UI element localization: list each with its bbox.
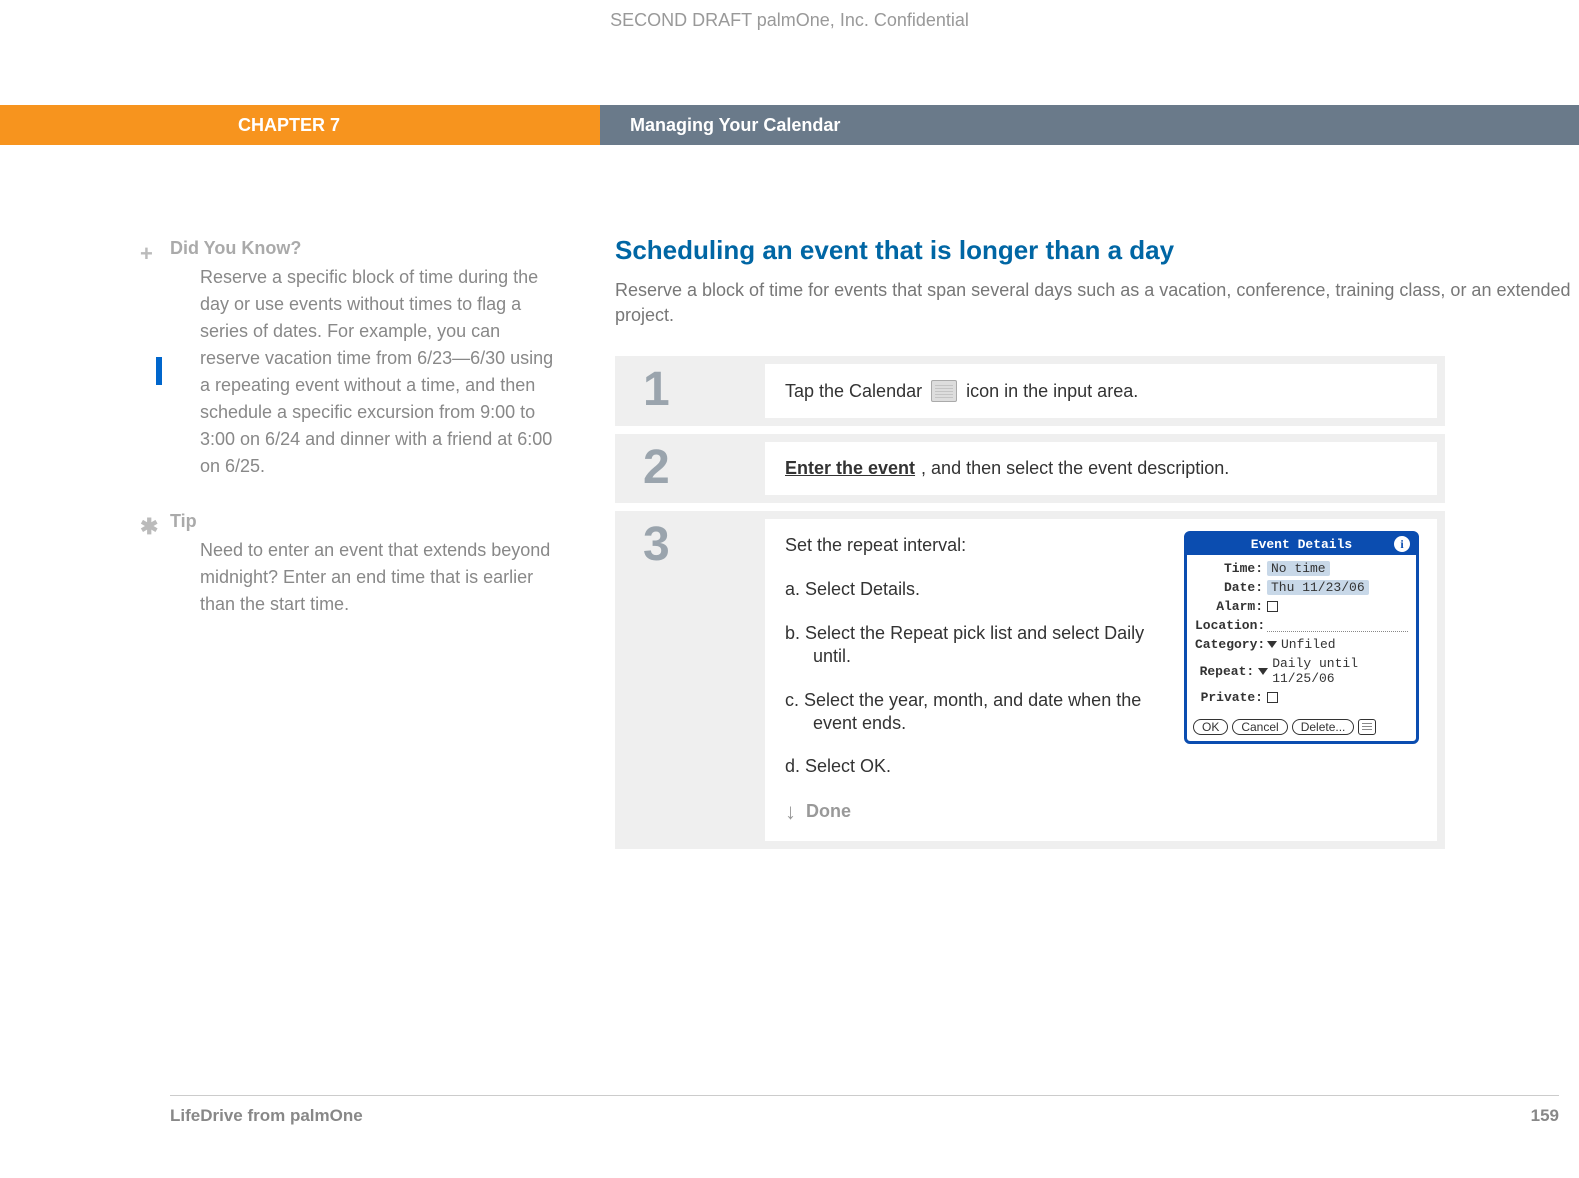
cancel-button[interactable]: Cancel — [1232, 719, 1287, 735]
step-3-body: Set the repeat interval: a. Select Detai… — [765, 519, 1437, 840]
chapter-title: Managing Your Calendar — [630, 115, 840, 136]
dropdown-icon — [1258, 668, 1268, 675]
chapter-title-box: Managing Your Calendar — [600, 105, 1579, 145]
chapter-label-box: CHAPTER 7 — [0, 105, 600, 145]
step-2-text-after: , and then select the event description. — [921, 458, 1229, 479]
tip-title: Tip — [170, 508, 565, 535]
step-3-number: 3 — [615, 511, 765, 848]
note-icon[interactable] — [1358, 719, 1376, 735]
alarm-label: Alarm: — [1195, 599, 1267, 614]
plus-icon: + — [140, 237, 153, 270]
did-you-know-block: + Did You Know? Reserve a specific block… — [170, 235, 565, 480]
info-icon[interactable]: i — [1394, 536, 1410, 552]
sidebar: + Did You Know? Reserve a specific block… — [170, 235, 565, 857]
private-label: Private: — [1195, 690, 1267, 705]
location-label: Location: — [1195, 618, 1267, 633]
step-1: 1 Tap the Calendar icon in the input are… — [615, 356, 1445, 426]
dialog-title: Event Details — [1251, 537, 1352, 552]
dialog-title-bar: Event Details i — [1187, 534, 1416, 555]
page-footer: LifeDrive from palmOne 159 — [170, 1095, 1559, 1126]
tip-body: Need to enter an event that extends beyo… — [170, 537, 565, 618]
private-checkbox[interactable] — [1267, 692, 1278, 703]
step-3a: a. Select Details. — [785, 578, 1185, 601]
chapter-header: CHAPTER 7 Managing Your Calendar — [0, 105, 1579, 145]
repeat-picklist[interactable]: Daily until 11/25/06 — [1272, 656, 1408, 686]
chapter-label: CHAPTER 7 — [238, 115, 340, 136]
step-1-text-after: icon in the input area. — [966, 381, 1138, 402]
step-3c: c. Select the year, month, and date when… — [785, 689, 1185, 736]
date-label: Date: — [1195, 580, 1267, 595]
event-details-dialog: Event Details i Time: No time Date: Thu … — [1184, 531, 1419, 744]
step-2-number: 2 — [615, 434, 765, 503]
step-1-number: 1 — [615, 356, 765, 426]
main-column: Scheduling an event that is longer than … — [565, 235, 1579, 857]
enter-event-link[interactable]: Enter the event — [785, 458, 915, 479]
step-3d: d. Select OK. — [785, 755, 1185, 778]
down-arrow-icon: ↓ — [785, 799, 796, 825]
asterisk-icon: ✱ — [140, 510, 158, 543]
did-you-know-title: Did You Know? — [170, 235, 565, 262]
step-3b: b. Select the Repeat pick list and selec… — [785, 622, 1185, 669]
alarm-checkbox[interactable] — [1267, 601, 1278, 612]
step-2-body: Enter the event , and then select the eve… — [765, 442, 1437, 495]
confidential-watermark: SECOND DRAFT palmOne, Inc. Confidential — [0, 10, 1579, 31]
time-label: Time: — [1195, 561, 1267, 576]
delete-button[interactable]: Delete... — [1292, 719, 1355, 735]
done-indicator: ↓ Done — [785, 799, 1417, 825]
dropdown-icon — [1267, 641, 1277, 648]
category-label: Category: — [1195, 637, 1267, 652]
location-field[interactable] — [1267, 620, 1408, 632]
repeat-label: Repeat: — [1195, 664, 1258, 679]
ok-button[interactable]: OK — [1193, 719, 1228, 735]
calendar-icon — [931, 380, 957, 402]
footer-page-number: 159 — [1531, 1106, 1559, 1126]
done-label: Done — [806, 801, 851, 822]
tip-block: ✱ Tip Need to enter an event that extend… — [170, 508, 565, 618]
step-3: 3 Set the repeat interval: a. Select Det… — [615, 511, 1445, 848]
footer-product: LifeDrive from palmOne — [170, 1106, 363, 1126]
steps-container: 1 Tap the Calendar icon in the input are… — [615, 356, 1445, 848]
date-selector[interactable]: Thu 11/23/06 — [1267, 580, 1369, 595]
section-heading: Scheduling an event that is longer than … — [615, 235, 1579, 266]
step-2: 2 Enter the event , and then select the e… — [615, 434, 1445, 503]
category-picklist[interactable]: Unfiled — [1281, 637, 1336, 652]
time-selector[interactable]: No time — [1267, 561, 1330, 576]
change-bar-icon — [156, 357, 162, 385]
step-1-body: Tap the Calendar icon in the input area. — [765, 364, 1437, 418]
did-you-know-body: Reserve a specific block of time during … — [170, 264, 565, 480]
step-1-text-before: Tap the Calendar — [785, 381, 922, 402]
section-intro: Reserve a block of time for events that … — [615, 278, 1575, 328]
